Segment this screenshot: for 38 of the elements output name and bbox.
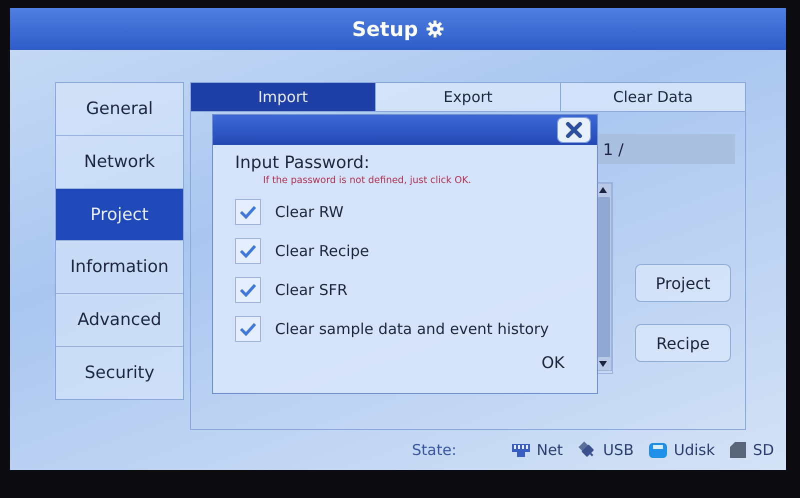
- sidebar-item[interactable]: Advanced: [56, 294, 183, 348]
- checkbox[interactable]: [235, 276, 261, 302]
- action-button[interactable]: Recipe: [635, 324, 731, 362]
- checkmark-icon: [239, 204, 257, 218]
- checkbox-option[interactable]: Clear sample data and event history: [235, 309, 597, 348]
- hint-text: If the password is not defined, just click OK.: [263, 175, 472, 186]
- network-port-icon: [510, 442, 531, 458]
- sidebar-item[interactable]: General: [56, 83, 183, 136]
- sd-card-icon: [728, 441, 747, 459]
- tab[interactable]: Import: [191, 83, 376, 111]
- sidebar-item[interactable]: Information: [56, 241, 183, 294]
- sidebar-item[interactable]: Project: [56, 188, 183, 242]
- checkbox[interactable]: [235, 238, 261, 264]
- state-label: State:: [412, 441, 457, 459]
- status-label: SD: [752, 441, 774, 459]
- tab[interactable]: Clear Data: [561, 83, 745, 111]
- page-field[interactable]: 1 /: [597, 134, 735, 164]
- action-button[interactable]: Project: [635, 264, 731, 302]
- checkbox[interactable]: [235, 198, 261, 224]
- window-title: Setup: [352, 17, 418, 41]
- gear-icon: [426, 20, 444, 38]
- checkbox[interactable]: [235, 316, 261, 342]
- status-label: USB: [602, 441, 634, 459]
- status-label: Udisk: [674, 441, 715, 459]
- usb-drive-icon: [648, 441, 668, 459]
- checkmark-icon: [239, 322, 257, 336]
- checkbox-option[interactable]: Clear Recipe: [235, 231, 597, 270]
- checkmark-icon: [239, 244, 257, 258]
- checkbox-option[interactable]: Clear RW: [235, 192, 597, 231]
- checkmark-icon: [239, 282, 257, 296]
- close-button[interactable]: [557, 117, 591, 143]
- ok-button[interactable]: OK: [523, 348, 583, 376]
- status-label: Net: [536, 441, 563, 459]
- close-icon: [565, 122, 583, 138]
- checkbox-option[interactable]: Clear SFR: [235, 270, 597, 309]
- sidebar-item[interactable]: Security: [56, 347, 183, 399]
- password-label: Input Password:: [235, 153, 371, 173]
- tab[interactable]: Export: [376, 83, 561, 111]
